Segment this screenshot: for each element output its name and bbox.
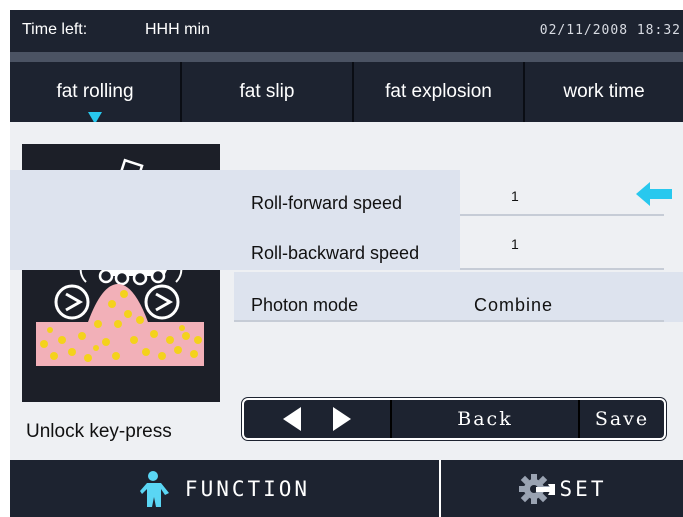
datetime-readout: 02/11/2008 18:32 [539, 23, 681, 38]
divider-strip [10, 52, 683, 62]
tab-work-time[interactable]: work time [525, 62, 683, 122]
rotation-right-icon [144, 284, 180, 320]
time-left-label: Time left: [22, 21, 88, 38]
tab-label: work time [563, 81, 645, 102]
set-label: SET [559, 476, 607, 501]
tab-fat-slip[interactable]: fat slip [182, 62, 354, 122]
roll-forward-value[interactable]: 1 [511, 188, 519, 204]
photon-mode-value[interactable]: Combine [474, 295, 553, 316]
divider [234, 320, 664, 322]
tab-fat-rolling[interactable]: fat rolling [10, 62, 182, 124]
tab-fat-explosion[interactable]: fat explosion [354, 62, 525, 122]
photon-mode-label: Photon mode [251, 294, 359, 315]
triangle-left-icon [283, 407, 301, 431]
function-button[interactable]: FUNCTION [10, 460, 441, 517]
triangle-right-icon [333, 407, 351, 431]
bottom-bar: FUNCTION SET [10, 460, 683, 517]
roll-forward-label: Roll-forward speed [251, 192, 403, 213]
gear-wrench-icon [518, 473, 555, 504]
roll-backward-label: Roll-backward speed [251, 242, 420, 263]
arrow-left-icon[interactable] [634, 179, 674, 209]
next-button[interactable] [317, 405, 367, 433]
tab-label: fat rolling [56, 81, 134, 102]
roll-backward-value[interactable]: 1 [511, 236, 519, 252]
time-left-value: HHH min [145, 21, 210, 38]
prev-next-group [244, 400, 392, 438]
device-screen: Time left: HHH min 02/11/2008 18:32 fat … [10, 10, 683, 517]
save-label: Save [594, 408, 650, 430]
save-button[interactable]: Save [580, 400, 664, 438]
roll-forward-row[interactable]: Roll-forward speed 1 [234, 180, 664, 226]
set-button[interactable]: SET [441, 460, 683, 517]
status-bar: Time left: HHH min 02/11/2008 18:32 [10, 10, 683, 52]
mode-tabs: fat rolling fat slip fat explosion work … [10, 62, 683, 124]
back-button[interactable]: Back [392, 400, 580, 438]
tab-label: fat explosion [385, 81, 492, 102]
rotation-left-icon [54, 284, 90, 320]
divider [460, 214, 664, 216]
unlock-key-press-label[interactable]: Unlock key-press [26, 421, 172, 443]
navigation-button-bar: Back Save [242, 398, 666, 440]
tab-label: fat slip [239, 81, 295, 102]
prev-button[interactable] [267, 405, 317, 433]
person-icon [139, 470, 169, 507]
function-label: FUNCTION [184, 476, 311, 501]
divider [460, 268, 664, 270]
back-label: Back [457, 408, 513, 430]
